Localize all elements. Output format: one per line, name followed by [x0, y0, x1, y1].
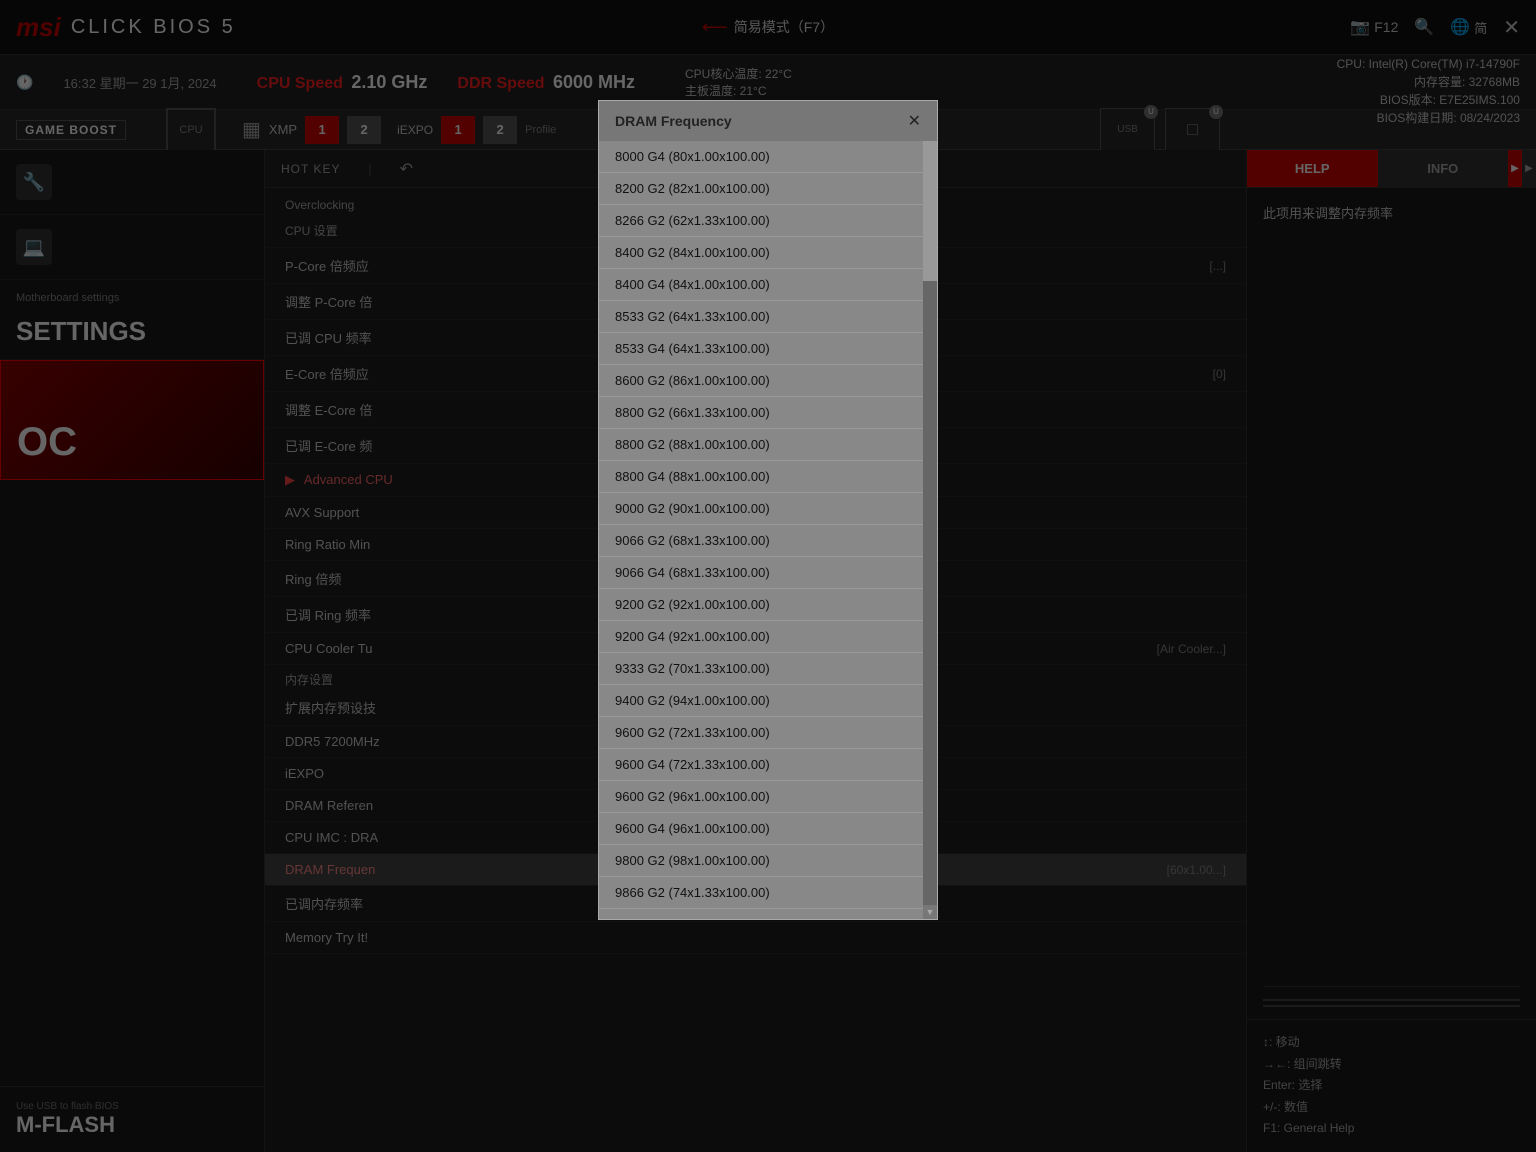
dram-option-22[interactable]: 9800 G2 (98x1.00x100.00): [599, 845, 923, 877]
dram-option-3[interactable]: 8400 G2 (84x1.00x100.00): [599, 237, 923, 269]
dram-option-24[interactable]: 10000 G2 (100x1.00x100.00): [599, 909, 923, 919]
modal-scrollbar-thumb[interactable]: [923, 141, 937, 281]
modal-overlay[interactable]: DRAM Frequency ✕ 8000 G4 (80x1.00x100.00…: [0, 0, 1536, 1152]
dram-option-14[interactable]: 9200 G2 (92x1.00x100.00): [599, 589, 923, 621]
dram-option-5[interactable]: 8533 G2 (64x1.33x100.00): [599, 301, 923, 333]
modal-title: DRAM Frequency: [615, 113, 732, 129]
modal-scrollbar[interactable]: ▼: [923, 141, 937, 919]
dram-option-11[interactable]: 9000 G2 (90x1.00x100.00): [599, 493, 923, 525]
dram-option-10[interactable]: 8800 G4 (88x1.00x100.00): [599, 461, 923, 493]
dram-option-15[interactable]: 9200 G4 (92x1.00x100.00): [599, 621, 923, 653]
dram-option-1[interactable]: 8200 G2 (82x1.00x100.00): [599, 173, 923, 205]
dram-option-18[interactable]: 9600 G2 (72x1.33x100.00): [599, 717, 923, 749]
dram-option-19[interactable]: 9600 G4 (72x1.33x100.00): [599, 749, 923, 781]
dram-option-17[interactable]: 9400 G2 (94x1.00x100.00): [599, 685, 923, 717]
dram-option-4[interactable]: 8400 G4 (84x1.00x100.00): [599, 269, 923, 301]
scroll-down-arrow[interactable]: ▼: [923, 905, 937, 919]
modal-body[interactable]: 8000 G4 (80x1.00x100.00) 8200 G2 (82x1.0…: [599, 141, 937, 919]
dram-option-21[interactable]: 9600 G4 (96x1.00x100.00): [599, 813, 923, 845]
modal-close-button[interactable]: ✕: [908, 111, 921, 131]
dram-option-0[interactable]: 8000 G4 (80x1.00x100.00): [599, 141, 923, 173]
modal-header: DRAM Frequency ✕: [599, 101, 937, 141]
dram-option-6[interactable]: 8533 G4 (64x1.33x100.00): [599, 333, 923, 365]
dram-option-7[interactable]: 8600 G2 (86x1.00x100.00): [599, 365, 923, 397]
dram-option-20[interactable]: 9600 G2 (96x1.00x100.00): [599, 781, 923, 813]
dram-option-8[interactable]: 8800 G2 (66x1.33x100.00): [599, 397, 923, 429]
dram-option-12[interactable]: 9066 G2 (68x1.33x100.00): [599, 525, 923, 557]
dram-option-16[interactable]: 9333 G2 (70x1.33x100.00): [599, 653, 923, 685]
dram-option-13[interactable]: 9066 G4 (68x1.33x100.00): [599, 557, 923, 589]
dram-option-2[interactable]: 8266 G2 (62x1.33x100.00): [599, 205, 923, 237]
dram-option-9[interactable]: 8800 G2 (88x1.00x100.00): [599, 429, 923, 461]
dram-frequency-modal: DRAM Frequency ✕ 8000 G4 (80x1.00x100.00…: [598, 100, 938, 920]
dram-option-23[interactable]: 9866 G2 (74x1.33x100.00): [599, 877, 923, 909]
modal-list: 8000 G4 (80x1.00x100.00) 8200 G2 (82x1.0…: [599, 141, 937, 919]
